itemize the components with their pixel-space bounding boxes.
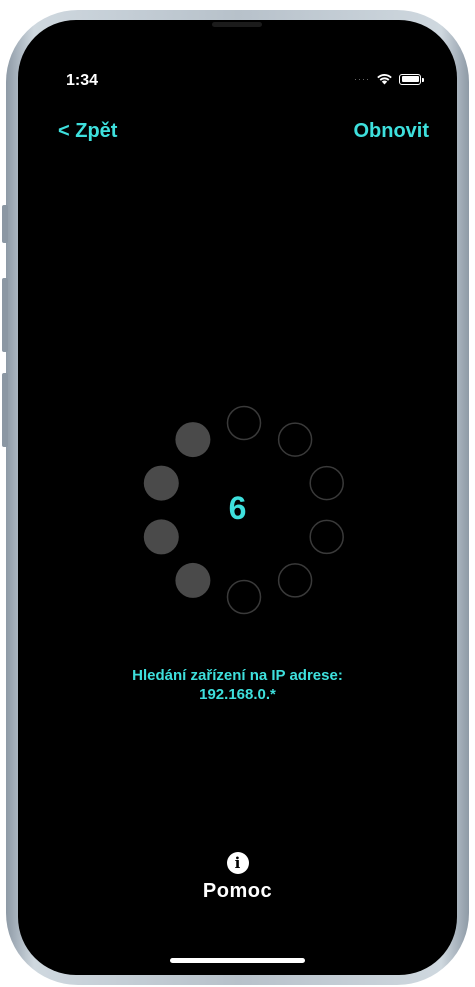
spinner-dot-active xyxy=(175,422,211,458)
volume-down-button xyxy=(2,373,8,447)
earpiece xyxy=(212,22,262,27)
search-label: Hledání zařízení na IP adrese: xyxy=(132,667,343,684)
spinner-dot xyxy=(277,422,313,457)
spinner-dot-active xyxy=(175,562,211,598)
countdown-number: 6 xyxy=(228,490,247,526)
status-time: 1:34 xyxy=(66,72,99,89)
info-icon: i xyxy=(226,852,249,874)
refresh-button[interactable]: Obnovit xyxy=(353,120,429,143)
wifi-icon xyxy=(377,74,392,85)
spinner-dot xyxy=(226,405,262,441)
help-label: Pomoc xyxy=(202,880,273,902)
spinner-dot xyxy=(277,563,313,598)
volume-up-button xyxy=(2,278,8,352)
back-button[interactable]: < Zpět xyxy=(58,120,117,143)
status-icons: ···· xyxy=(354,73,424,85)
battery-icon xyxy=(399,73,424,85)
silent-switch xyxy=(2,205,8,243)
help-button[interactable]: i Pomoc xyxy=(18,852,457,903)
search-status: Hledání zařízení na IP adrese: 192.168.0… xyxy=(18,666,457,704)
screen: 1:34 ···· < Zpět Obnovit 6 Hledání zaříz… xyxy=(18,20,457,975)
cellular-signal: ···· xyxy=(354,74,370,84)
notch xyxy=(167,20,307,50)
home-indicator[interactable] xyxy=(170,958,305,963)
spinner-dot xyxy=(226,579,262,615)
ip-range: 192.168.0.* xyxy=(199,686,276,703)
